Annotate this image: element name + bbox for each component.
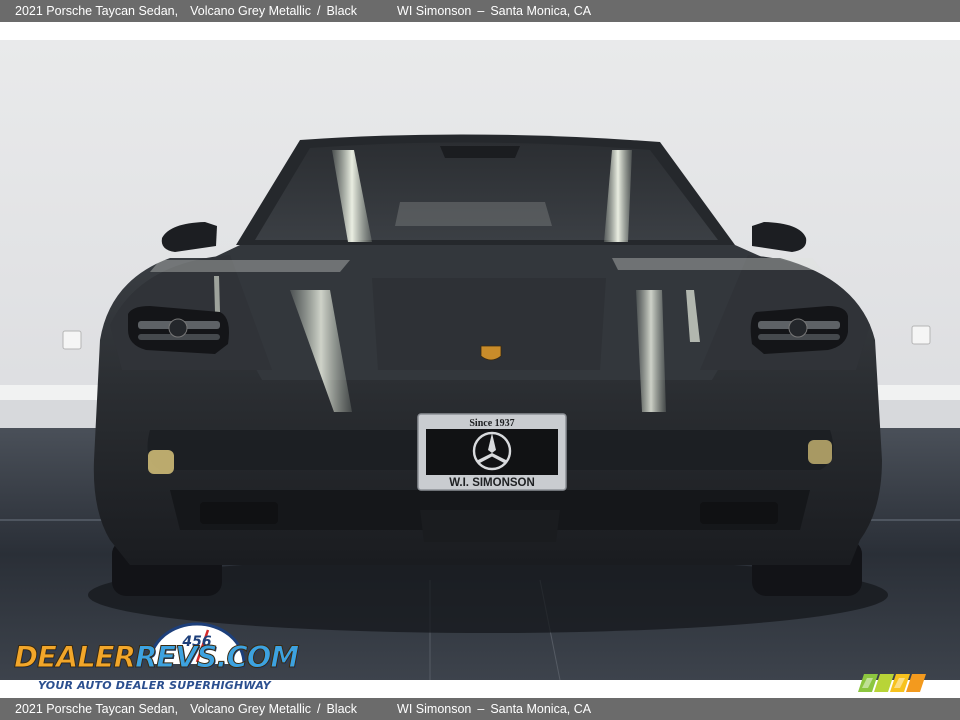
- caption-location: Santa Monica, CA: [490, 4, 592, 18]
- caption-dash: –: [477, 702, 485, 716]
- caption-interior-color: Black: [326, 702, 358, 716]
- stripes-logo-icon: [858, 674, 926, 692]
- caption-exterior-color: Volcano Grey Metallic: [190, 4, 311, 18]
- caption-dealer: WI Simonson: [397, 702, 472, 716]
- caption-dealer: WI Simonson: [397, 4, 472, 18]
- caption-interior-color: Black: [326, 4, 358, 18]
- caption-bar-bottom: 2021 Porsche Taycan Sedan, Volcano Grey …: [0, 698, 960, 720]
- watermark-brand-dealer: DEALER: [14, 640, 137, 675]
- plate-bottom-text: W.I. SIMONSON: [449, 477, 535, 489]
- watermark-brand-revs: REVS.COM: [134, 640, 299, 675]
- dealerrevs-watermark: 456 DEALERREVS.COM YOUR AUTO DEALER SUPE…: [12, 622, 300, 694]
- caption-location: Santa Monica, CA: [490, 702, 592, 716]
- watermark-tagline: YOUR AUTO DEALER SUPERHIGHWAY: [38, 679, 271, 692]
- caption-divider: /: [316, 4, 321, 18]
- caption-vehicle: 2021 Porsche Taycan Sedan,: [15, 702, 179, 716]
- caption-bar-top: 2021 Porsche Taycan Sedan, Volcano Grey …: [0, 0, 960, 22]
- caption-dash: –: [477, 4, 485, 18]
- watermark-brand: DEALERREVS.COM: [14, 640, 300, 675]
- caption-divider: /: [316, 702, 321, 716]
- caption-exterior-color: Volcano Grey Metallic: [190, 702, 311, 716]
- caption-vehicle: 2021 Porsche Taycan Sedan,: [15, 4, 179, 18]
- vehicle-photo: Since 1937 W.I. SIMONSON: [0, 40, 960, 680]
- plate-top-text: Since 1937: [469, 418, 514, 429]
